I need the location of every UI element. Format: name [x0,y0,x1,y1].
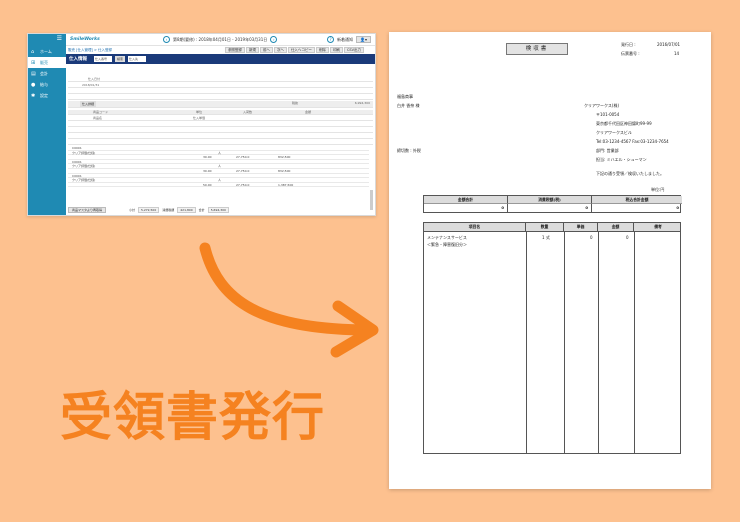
issue-date: 2016/07/01 [657,42,681,47]
receipt-document: 検収書 発行日 : 2016/07/01 伝票番号 : 14 福島商事 白井 香… [389,32,711,489]
col-note: 備考 [654,224,662,229]
issuer-building: クリアワークスビル [596,130,632,135]
item-qty: 1 式 [542,235,550,240]
item-name: メンテナンスサービス [427,235,467,240]
item-amount: 0 [626,235,629,240]
summary-table: 金額合計 消費税額(税) 税込合計金額 0 0 0 [423,195,682,213]
sum-value: 0 [676,205,679,210]
sum-value: 0 [508,204,592,213]
issuer-address: 東京都千代田区神田錦町99-99 [596,121,652,126]
col-divider [526,232,527,453]
item-price: 0 [590,235,593,240]
issuer-staff: 担当: ミハエル・シューマン [596,157,647,162]
sum-header: 税込合計金額 [592,196,682,204]
issuer-zip: 〒101-0054 [596,112,620,117]
issuer-tel: Tel:03-1234-4567 Fax:03-1234-7654 [596,139,669,144]
col-divider [598,232,599,453]
item-subname: ＜緊急・障害復旧分＞ [427,242,467,247]
sum-header: 金額合計 [424,196,508,204]
document-title: 検収書 [506,43,568,55]
terms: 締切数 : 外税 [397,148,421,153]
slip-no-label: 伝票番号 : [621,51,640,56]
col-price: 単価 [564,223,598,231]
caption: 受領書発行 [60,388,326,448]
col-amount: 金額 [598,223,634,231]
issue-date-label: 発行日 : [621,42,636,47]
customer-name: 白井 香奈 様 [397,103,420,108]
receipt-message: 下記の通り受領／検収いたしました。 [596,171,664,176]
customer-company: 福島商事 [397,94,413,99]
unit-note: 単位:円 [651,187,665,192]
issuer-dept: 部門: 営業部 [596,148,619,153]
slip-no: 14 [674,51,680,56]
col-item: 項目名 [424,223,526,231]
issuer-company: クリアワークス(株) [584,103,620,108]
col-divider [634,232,635,453]
sum-value: 0 [424,204,508,213]
col-divider [564,232,565,453]
items-header: 項目名 数量 単価 金額 備考 [424,223,680,232]
sum-header: 消費税額(税) [508,196,592,204]
col-qty: 数量 [526,223,564,231]
items-table: 項目名 数量 単価 金額 備考 メンテナンスサービス ＜緊急・障害復旧分＞ 1 … [423,222,681,454]
